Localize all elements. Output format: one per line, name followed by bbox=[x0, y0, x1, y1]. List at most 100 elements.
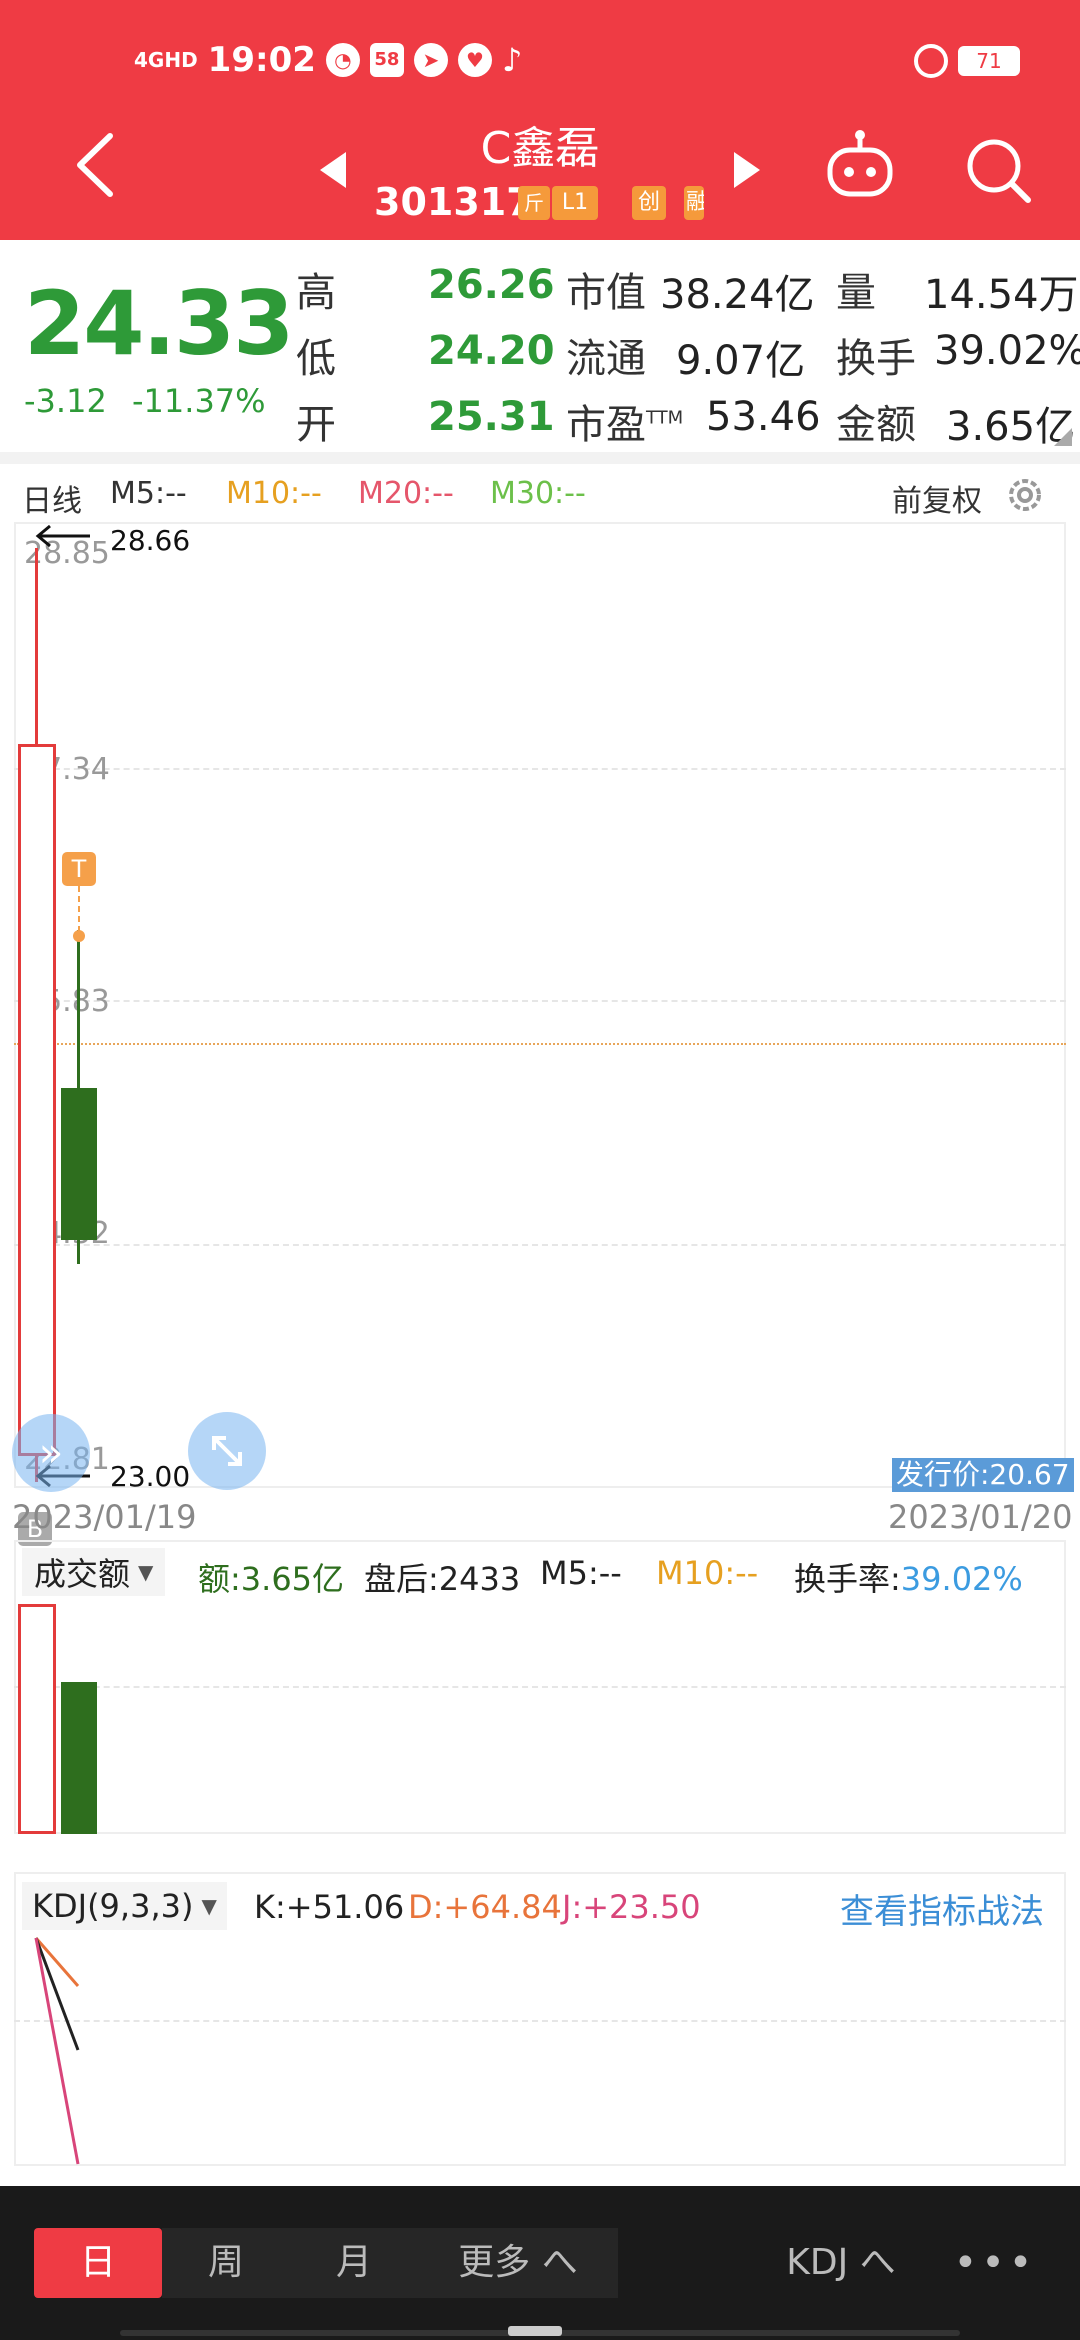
volume-selector[interactable]: 成交额 ▼ bbox=[22, 1548, 166, 1596]
turnover-rate-label: 换手率:39.02% bbox=[794, 1554, 1023, 1600]
separator bbox=[0, 452, 1080, 464]
max-price-mark: 28.66 bbox=[110, 524, 191, 557]
min-price-mark: 23.00 bbox=[110, 1460, 191, 1493]
ma5-label: M5:-- bbox=[110, 476, 187, 511]
ma10-label: M10:-- bbox=[226, 476, 322, 511]
next-stock-icon[interactable] bbox=[730, 150, 764, 190]
app-58-icon: 58 bbox=[369, 43, 404, 77]
expand-corner-icon[interactable] bbox=[1054, 428, 1072, 446]
volume-ma5: M5:-- bbox=[540, 1554, 622, 1592]
volume-amount: 额:3.65亿 bbox=[198, 1560, 345, 1598]
ma30-label: M30:-- bbox=[490, 476, 586, 511]
volume-bar-2 bbox=[61, 1682, 97, 1834]
network-indicator: 4GHD bbox=[134, 48, 198, 72]
turnover-label: 换手 bbox=[836, 336, 916, 382]
turnover-rate-text: 换手率: bbox=[794, 1560, 901, 1598]
volume-bar-1 bbox=[18, 1604, 56, 1834]
battery-indicator: 71 bbox=[958, 46, 1020, 76]
open-value: 25.31 bbox=[428, 394, 555, 440]
status-time: 19:02 bbox=[207, 40, 316, 80]
fullscreen-expand-button[interactable] bbox=[188, 1412, 266, 1490]
kdj-d-value: D:+64.84 bbox=[408, 1888, 562, 1926]
back-arrow-icon[interactable] bbox=[70, 130, 120, 200]
heart-app-icon: ♥ bbox=[457, 43, 492, 77]
current-price: 24.33 bbox=[24, 272, 294, 375]
price-change: -3.12 bbox=[24, 382, 107, 420]
kdj-selector-label: KDJ(9,3,3) bbox=[32, 1887, 194, 1925]
kdj-k-value: K:+51.06 bbox=[254, 1888, 405, 1926]
float-value: 9.07亿 bbox=[676, 338, 806, 384]
top-header: 4GHD 19:02 ◔ 58 ➤ ♥ ♪ 71 C鑫磊 301317 斤 L1… bbox=[0, 0, 1080, 240]
low-label: 低 bbox=[296, 336, 336, 382]
high-label: 高 bbox=[296, 270, 336, 316]
dropdown-triangle-icon: ▼ bbox=[138, 1560, 154, 1584]
pe-ttm-sup: TTM bbox=[646, 407, 684, 429]
kdj-j-value: J:+23.50 bbox=[562, 1888, 701, 1926]
turnover-rate-value: 39.02% bbox=[900, 1560, 1023, 1598]
t-marker-stem bbox=[78, 886, 80, 932]
grid-line bbox=[14, 1000, 1066, 1002]
robot-assistant-icon[interactable] bbox=[824, 128, 896, 200]
grid-line bbox=[14, 2020, 1066, 2022]
tag-l1: L1 bbox=[552, 186, 598, 220]
mcap-value: 38.24亿 bbox=[660, 272, 815, 318]
adjust-selector[interactable]: 前复权 bbox=[892, 476, 982, 520]
open-label: 开 bbox=[296, 402, 336, 448]
speedometer-icon: ◔ bbox=[325, 43, 360, 77]
candle-body-2 bbox=[61, 1088, 97, 1240]
settings-gear-icon[interactable] bbox=[1004, 474, 1046, 516]
alarm-icon bbox=[914, 44, 948, 78]
t-marker-dot bbox=[73, 930, 85, 942]
tab-day[interactable]: 日 bbox=[34, 2228, 162, 2298]
pe-label-text: 市盈 bbox=[566, 402, 646, 448]
expand-icon bbox=[212, 1436, 242, 1466]
kdj-lines bbox=[34, 1937, 80, 2165]
more-options-button[interactable]: ••• bbox=[940, 2228, 1050, 2298]
dropdown-triangle-icon: ▼ bbox=[201, 1894, 217, 1918]
scroll-right-button[interactable]: » bbox=[12, 1414, 90, 1492]
indicator-selector[interactable]: KDJ へ bbox=[766, 2228, 916, 2298]
max-arrow-icon bbox=[35, 524, 90, 548]
tag-chuang: 创 bbox=[632, 186, 667, 220]
view-indicator-strategy-link[interactable]: 查看指标战法 bbox=[840, 1884, 1044, 1933]
tab-more[interactable]: 更多 へ bbox=[418, 2228, 618, 2298]
scroll-thumb bbox=[508, 2326, 562, 2336]
grid-line bbox=[14, 768, 1066, 770]
low-value: 24.20 bbox=[428, 328, 555, 374]
tab-month[interactable]: 月 bbox=[290, 2228, 418, 2298]
current-price-line bbox=[14, 1043, 1066, 1045]
period-label[interactable]: 日线 bbox=[22, 476, 82, 520]
turnover-value: 39.02% bbox=[934, 328, 1080, 374]
float-label: 流通 bbox=[566, 336, 646, 382]
pe-value: 53.46 bbox=[706, 394, 821, 440]
price-change-pct: -11.37% bbox=[132, 382, 266, 420]
t-trade-marker[interactable]: T bbox=[62, 852, 96, 886]
date-start: 2023/01/19 bbox=[12, 1498, 197, 1536]
grid-line bbox=[14, 1244, 1066, 1246]
vol-label: 量 bbox=[836, 270, 876, 316]
status-bar-left: 4GHD 19:02 ◔ 58 ➤ ♥ ♪ bbox=[134, 38, 522, 82]
candle-body-1 bbox=[18, 744, 56, 1456]
amount-label: 金额 bbox=[836, 402, 916, 448]
vol-value: 14.54万 bbox=[924, 272, 1079, 318]
stock-code: 301317 bbox=[374, 180, 533, 224]
kdj-k-line bbox=[34, 1937, 80, 2051]
after-hours-volume: 盘后:2433 bbox=[364, 1560, 521, 1598]
kdj-j-line bbox=[34, 1937, 80, 2165]
tag-1: 斤 bbox=[518, 186, 550, 220]
ma20-label: M20:-- bbox=[358, 476, 454, 511]
prev-stock-icon[interactable] bbox=[316, 150, 350, 190]
date-end: 2023/01/20 bbox=[888, 1498, 1073, 1536]
high-value: 26.26 bbox=[428, 262, 555, 308]
pe-label: 市盈TTM bbox=[566, 392, 683, 450]
issue-price-label: 发行价:20.67 bbox=[892, 1458, 1074, 1492]
kline-chart-frame bbox=[14, 522, 1066, 1488]
kdj-selector[interactable]: KDJ(9,3,3) ▼ bbox=[22, 1882, 227, 1930]
tiktok-icon: ♪ bbox=[501, 41, 523, 79]
telegram-icon: ➤ bbox=[413, 43, 448, 77]
search-icon[interactable] bbox=[964, 136, 1034, 206]
grid-line bbox=[14, 1686, 1066, 1688]
volume-ma10: M10:-- bbox=[656, 1554, 759, 1592]
volume-selector-label: 成交额 bbox=[34, 1555, 131, 1593]
tab-week[interactable]: 周 bbox=[162, 2228, 290, 2298]
